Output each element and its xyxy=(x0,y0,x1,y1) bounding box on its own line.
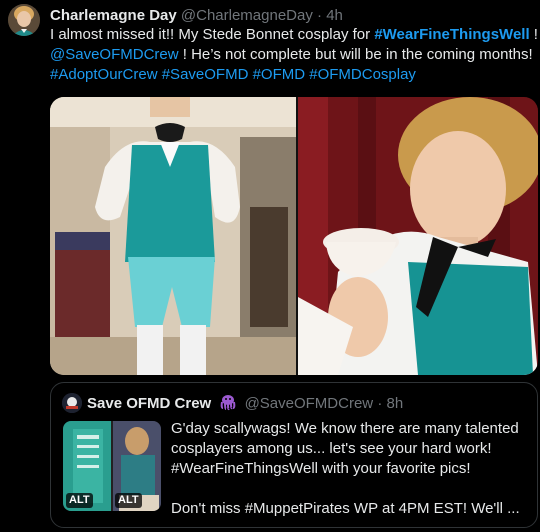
quote-media-thumbnail[interactable]: ALT ALT xyxy=(63,421,161,511)
alt-badge[interactable]: ALT xyxy=(66,493,93,508)
quote-line: G'day scallywags! We know there are many… xyxy=(171,420,519,437)
cosplay-photo-right[interactable] xyxy=(298,97,538,375)
tweet-text-segment: I almost missed it!! My Stede Bonnet cos… xyxy=(50,26,375,43)
tweet-line-2: @SaveOFMDCrew ! He’s not complete but wi… xyxy=(50,45,536,65)
separator-dot: · xyxy=(317,7,323,24)
tweet-text-segment: ! xyxy=(529,26,538,43)
quoted-tweet[interactable]: Save OFMD Crew @SaveOFMDCrew · 8h ALT AL… xyxy=(50,382,538,528)
quote-author-avatar[interactable] xyxy=(62,393,82,413)
alt-badge[interactable]: ALT xyxy=(115,493,142,508)
author-avatar[interactable] xyxy=(8,4,40,36)
cosplay-photo-left[interactable] xyxy=(50,97,296,375)
separator-dot: · xyxy=(377,395,383,412)
tweet-line-1: I almost missed it!! My Stede Bonnet cos… xyxy=(50,25,538,45)
hashtag-link[interactable]: #WearFineThingsWell xyxy=(374,26,529,43)
mention-link[interactable]: @SaveOFMDCrew xyxy=(50,46,179,63)
quote-line: #WearFineThingsWell with your favorite p… xyxy=(171,460,471,477)
tweet-media[interactable] xyxy=(50,97,538,375)
quote-author-name[interactable]: Save OFMD Crew xyxy=(87,395,211,412)
octopus-emoji-icon xyxy=(219,393,237,411)
author-handle[interactable]: @CharlemagneDay xyxy=(181,7,313,24)
tweet-header: Charlemagne Day @CharlemagneDay · 4h xyxy=(50,6,532,26)
quote-time[interactable]: 8h xyxy=(386,395,403,412)
hashtag-links[interactable]: #AdoptOurCrew #SaveOFMD #OFMD #OFMDCospl… xyxy=(50,66,416,83)
quote-line xyxy=(171,479,531,499)
quote-header: Save OFMD Crew @SaveOFMDCrew · 8h xyxy=(87,393,529,413)
quote-author-handle[interactable]: @SaveOFMDCrew xyxy=(245,395,374,412)
tweet-line-3: #AdoptOurCrew #SaveOFMD #OFMD #OFMDCospl… xyxy=(50,65,536,85)
tweet-time[interactable]: 4h xyxy=(326,7,343,24)
tweet-text-segment: ! He’s not complete but will be in the c… xyxy=(178,46,533,63)
quote-line: cosplayers among us... let's see your ha… xyxy=(171,440,492,457)
quote-line: Don't miss #MuppetPirates WP at 4PM EST!… xyxy=(171,500,520,517)
quote-text: G'day scallywags! We know there are many… xyxy=(171,419,531,519)
tweet-text: I almost missed it!! My Stede Bonnet cos… xyxy=(50,25,538,85)
tweet[interactable]: Charlemagne Day @CharlemagneDay · 4h I a… xyxy=(0,0,540,532)
author-name[interactable]: Charlemagne Day xyxy=(50,7,177,24)
